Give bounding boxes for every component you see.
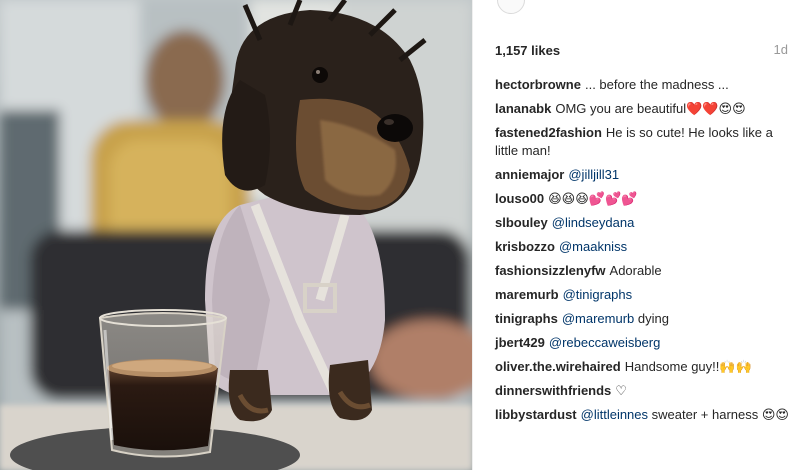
comment-text: sweater + harness — [651, 407, 759, 422]
comment-item: hectorbrowne... before the madness ... — [495, 76, 795, 94]
comment-username[interactable]: hectorbrowne — [495, 77, 581, 92]
comment-username[interactable]: jbert429 — [495, 335, 545, 350]
comment-username[interactable]: tinigraphs — [495, 311, 558, 326]
likes-count[interactable]: 1,157 likes — [495, 43, 560, 58]
comment-mention[interactable]: @tinigraphs — [563, 287, 633, 302]
comment-mention[interactable]: @jilljill31 — [568, 167, 619, 182]
comment-emoji: 😆😆😆💕💕💕 — [548, 191, 638, 206]
comment-mention[interactable]: @rebeccaweisberg — [549, 335, 660, 350]
comment-item: oliver.the.wirehaired Handsome guy!!🙌🙌 — [495, 358, 795, 376]
comment-emoji: ❤️❤️😍😍 — [686, 101, 746, 116]
comments-list: hectorbrowne... before the madness ... l… — [495, 76, 795, 430]
comment-emoji: 🙌🙌 — [719, 359, 752, 374]
comment-item: fastened2fashion He is so cute! He looks … — [495, 124, 795, 160]
comment-item: anniemajor @jilljill31 — [495, 166, 795, 184]
comment-item: dinnerswithfriends ♡ — [495, 382, 795, 400]
comment-username[interactable]: fashionsizzlenyfw — [495, 263, 606, 278]
post-age[interactable]: 1d — [774, 42, 788, 57]
avatar[interactable] — [497, 0, 525, 14]
comment-username[interactable]: anniemajor — [495, 167, 564, 182]
comment-item: krisbozzo @maakniss — [495, 238, 795, 256]
comment-text: ... before the madness ... — [584, 77, 729, 92]
comment-item: tinigraphs @maremurb dying — [495, 310, 795, 328]
comment-mention[interactable]: @littleinnes — [581, 407, 648, 422]
comment-item: lananabk OMG you are beautiful❤️❤️😍😍 — [495, 100, 795, 118]
dog-photo-icon — [0, 0, 472, 470]
comment-username[interactable]: louso00 — [495, 191, 544, 206]
comment-username[interactable]: krisbozzo — [495, 239, 555, 254]
comment-item: libbystardust @littleinnes sweater + harn… — [495, 406, 795, 424]
comment-mention[interactable]: @lindseydana — [552, 215, 635, 230]
comment-text: dying — [637, 311, 669, 326]
comment-username[interactable]: fastened2fashion — [495, 125, 602, 140]
comment-item: louso00 😆😆😆💕💕💕 — [495, 190, 795, 208]
comment-username[interactable]: libbystardust — [495, 407, 577, 422]
comment-text: OMG you are beautiful — [555, 101, 687, 116]
comment-emoji: 😍😍 — [761, 407, 789, 422]
comment-item: slbouley @lindseydana — [495, 214, 795, 232]
comment-username[interactable]: oliver.the.wirehaired — [495, 359, 621, 374]
comment-item: fashionsizzlenyfw Adorable — [495, 262, 795, 280]
post-details-panel: 1,157 likes 1d hectorbrowne... before th… — [472, 0, 800, 470]
comment-username[interactable]: maremurb — [495, 287, 559, 302]
comment-mention[interactable]: @maremurb — [562, 311, 634, 326]
comment-item: maremurb @tinigraphs — [495, 286, 795, 304]
heart-outline-icon: ♡ — [615, 383, 627, 398]
comment-username[interactable]: slbouley — [495, 215, 548, 230]
comment-text: Handsome guy!! — [624, 359, 720, 374]
comment-username[interactable]: lananabk — [495, 101, 551, 116]
comment-mention[interactable]: @maakniss — [559, 239, 627, 254]
comment-item: jbert429 @rebeccaweisberg — [495, 334, 795, 352]
comment-username[interactable]: dinnerswithfriends — [495, 383, 611, 398]
comment-text: Adorable — [609, 263, 662, 278]
post-photo[interactable] — [0, 0, 472, 470]
